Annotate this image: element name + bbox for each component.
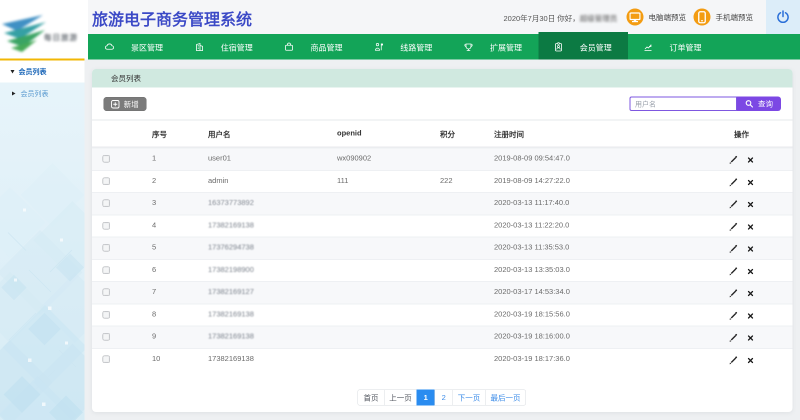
svg-text:每日旅游: 每日旅游 [44, 32, 78, 42]
